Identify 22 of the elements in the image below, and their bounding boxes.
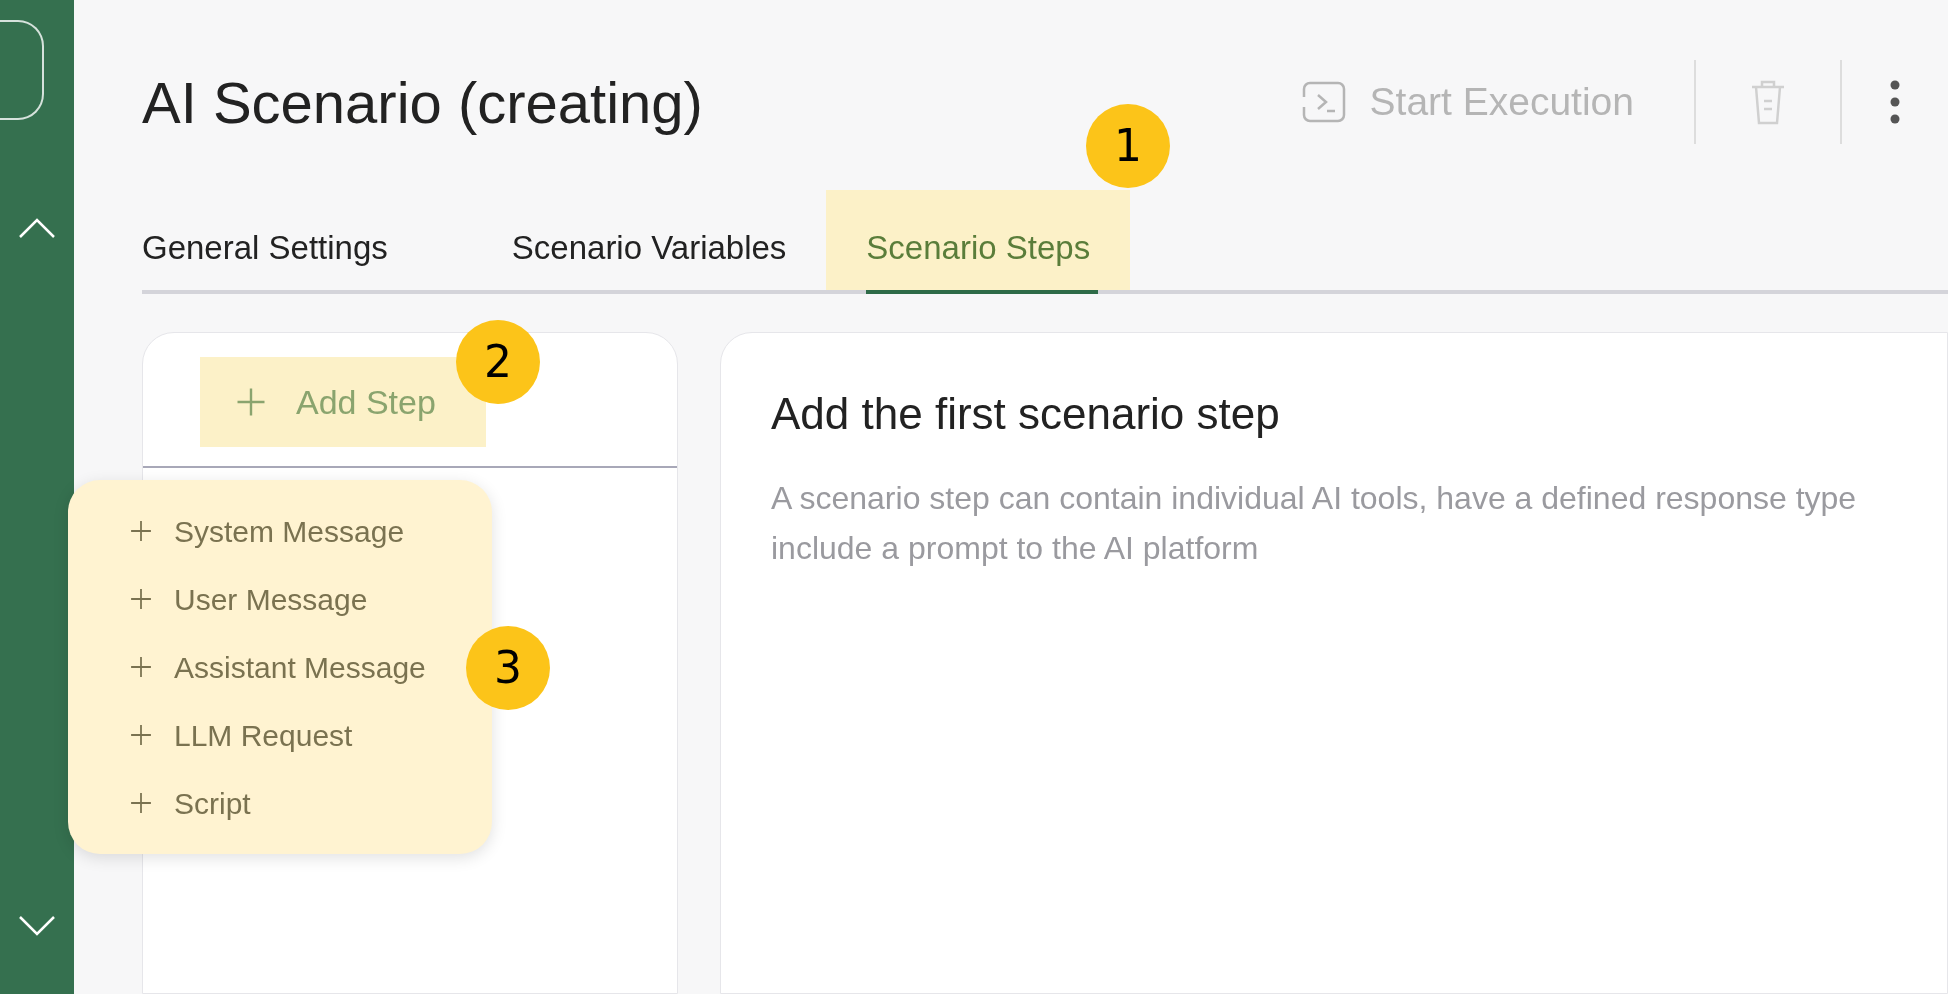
add-step-button[interactable]: Add Step — [200, 357, 486, 447]
plus-icon — [130, 792, 152, 814]
plus-icon — [130, 656, 152, 678]
more-icon[interactable] — [1890, 80, 1900, 124]
menu-item[interactable]: User Message — [130, 576, 368, 622]
page-title: AI Scenario (creating) — [142, 68, 703, 137]
menu-item[interactable]: LLM Request — [130, 712, 353, 758]
menu-item[interactable]: System Message — [130, 508, 405, 554]
menu-item[interactable]: Script — [130, 780, 251, 826]
menu-item[interactable]: Assistant Message — [130, 644, 426, 690]
detail-heading: Add the first scenario step — [771, 388, 1281, 440]
tab[interactable]: Scenario Variables — [471, 190, 827, 290]
plus-icon — [130, 724, 152, 746]
plus-icon — [236, 387, 266, 417]
plus-icon — [130, 588, 152, 610]
chevron-up-icon[interactable] — [17, 216, 57, 240]
tab[interactable]: General Settings — [142, 190, 472, 290]
plus-icon — [130, 520, 152, 542]
chevron-down-icon[interactable] — [17, 914, 57, 938]
detail-description: A scenario step can contain individual AI tools, have a defined response type include a prompt to the AI platform — [771, 479, 1858, 568]
callout-badge: 1 — [1086, 104, 1170, 188]
rail-tab[interactable] — [0, 20, 44, 120]
